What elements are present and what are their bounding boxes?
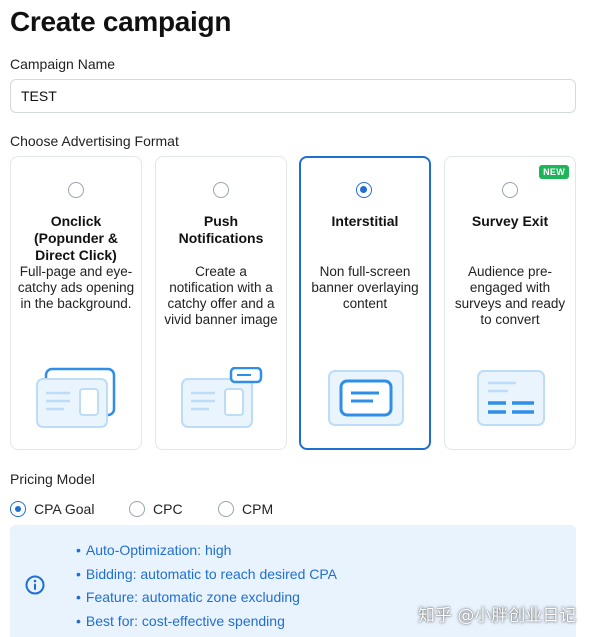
pricing-option-label: CPC <box>153 501 183 517</box>
format-card-onclick[interactable]: Onclick (Popunder & Direct Click) Full-p… <box>10 156 142 450</box>
pricing-option-label: CPM <box>242 501 274 517</box>
popunder-windows-icon <box>36 367 116 428</box>
info-icon <box>25 575 45 595</box>
campaign-name-label: Campaign Name <box>10 56 116 72</box>
pricing-model-label: Pricing Model <box>10 471 95 487</box>
pricing-radio-cpc[interactable] <box>129 501 145 517</box>
format-title: Push Notifications <box>178 213 264 246</box>
format-card-survey-exit[interactable]: NEW Survey Exit Audience pre-engaged wit… <box>444 156 576 450</box>
format-description: Audience pre-engaged with surveys and re… <box>454 264 566 327</box>
pricing-option-cpm[interactable]: CPM <box>218 500 273 518</box>
pricing-info-item: Best for: cost-effective spending <box>76 610 337 634</box>
format-description: Full-page and eye-catchy ads opening in … <box>17 264 135 311</box>
pricing-option-cpc[interactable]: CPC <box>129 500 183 518</box>
pricing-info-item: Bidding: automatic to reach desired CPA <box>76 563 337 587</box>
format-title: Interstitial <box>331 213 399 229</box>
format-title: Survey Exit <box>471 213 549 229</box>
format-radio-survey-exit[interactable] <box>502 182 518 198</box>
format-card-push[interactable]: Push Notifications Create a notification… <box>155 156 287 450</box>
format-title: Onclick (Popunder & Direct Click) <box>34 213 118 263</box>
pricing-option-label: CPA Goal <box>34 501 95 517</box>
survey-form-icon <box>477 370 545 426</box>
format-card-interstitial[interactable]: Interstitial Non full-screen banner over… <box>299 156 431 450</box>
campaign-name-input[interactable] <box>10 79 576 113</box>
pricing-radio-cpa-goal[interactable] <box>10 501 26 517</box>
pricing-info-list: Auto-Optimization: high Bidding: automat… <box>76 539 337 633</box>
format-radio-push[interactable] <box>213 182 229 198</box>
pricing-radio-cpm[interactable] <box>218 501 234 517</box>
ad-format-label: Choose Advertising Format <box>10 133 179 149</box>
pricing-info-item: Feature: automatic zone excluding <box>76 586 337 610</box>
pricing-option-cpa-goal[interactable]: CPA Goal <box>10 500 94 518</box>
watermark: 知乎 @小胖创业日记 <box>418 606 577 626</box>
pricing-info-item: Auto-Optimization: high <box>76 539 337 563</box>
new-badge: NEW <box>539 165 569 179</box>
format-radio-onclick[interactable] <box>68 182 84 198</box>
format-description: Create a notification with a catchy offe… <box>164 264 278 327</box>
interstitial-banner-icon <box>328 370 404 426</box>
format-radio-interstitial[interactable] <box>356 182 372 198</box>
push-notification-icon <box>181 367 263 428</box>
format-description: Non full-screen banner overlaying conten… <box>311 264 419 311</box>
page-title: Create campaign <box>10 6 232 37</box>
